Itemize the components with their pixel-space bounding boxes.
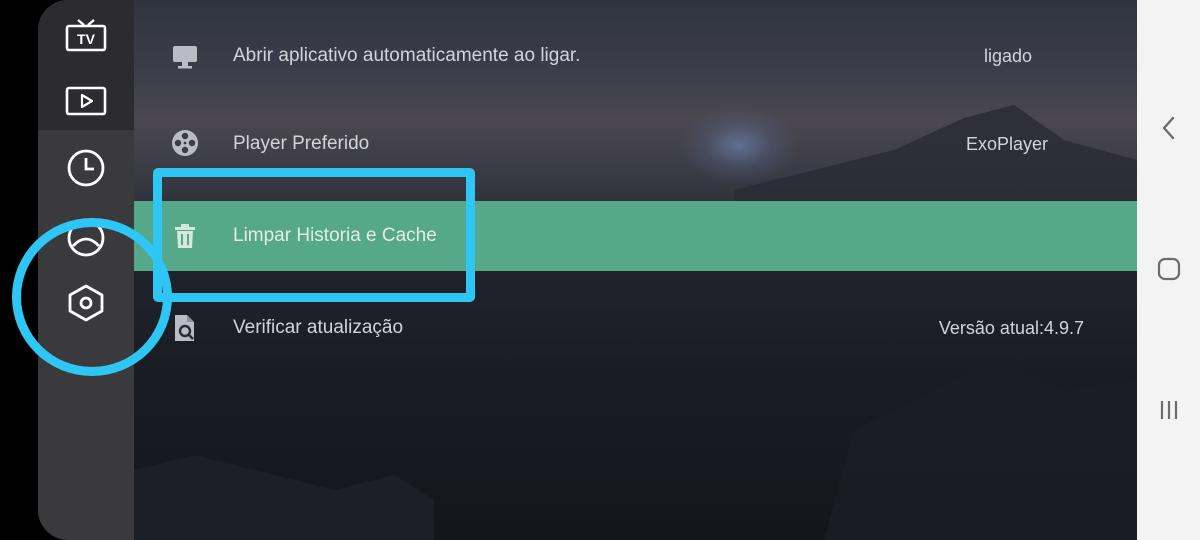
back-icon (1162, 116, 1175, 140)
sidebar-item-history[interactable] (62, 144, 110, 192)
setting-label: Limpar Historia e Cache (233, 225, 437, 246)
back-button[interactable] (1152, 111, 1186, 145)
sidebar-item-tv[interactable]: TV (62, 11, 110, 59)
settings-row-player[interactable]: Player Preferido ExoPlayer (134, 109, 1137, 179)
sidebar: TV (38, 0, 134, 540)
sidebar-item-settings[interactable] (62, 279, 110, 327)
sidebar-item-account[interactable] (62, 214, 110, 262)
screen-bezel (0, 0, 38, 540)
settings-panel: Abrir aplicativo automaticamente ao liga… (134, 0, 1137, 540)
setting-value: ligado (983, 46, 1032, 66)
home-icon (1157, 257, 1181, 281)
setting-label: Player Preferido (233, 133, 370, 154)
settings-icon (68, 284, 104, 322)
setting-label: Abrir aplicativo automaticamente ao liga… (233, 45, 581, 66)
tv-icon-text: TV (77, 31, 96, 47)
tv-icon: TV (65, 19, 107, 52)
settings-row-update[interactable]: Verificar atualização Versão atual:4.9.7 (134, 293, 1137, 363)
settings-row-autostart[interactable]: Abrir aplicativo automaticamente ao liga… (134, 21, 1137, 91)
trash-icon (170, 223, 200, 249)
sidebar-item-movies[interactable] (62, 77, 110, 125)
setting-value: ExoPlayer (965, 134, 1048, 154)
home-button[interactable] (1152, 252, 1186, 286)
update-search-icon (170, 315, 200, 341)
monitor-icon (170, 44, 200, 70)
recents-icon (1160, 401, 1178, 419)
setting-value: Versão atual:4.9.7 (938, 318, 1084, 338)
play-icon (65, 86, 107, 116)
recents-button[interactable] (1152, 393, 1186, 427)
user-icon (67, 219, 105, 257)
film-reel-icon (170, 130, 200, 156)
clock-icon (67, 149, 105, 187)
system-navigation-bar (1137, 0, 1200, 540)
setting-label: Verificar atualização (233, 317, 404, 338)
settings-row-clear-cache[interactable]: Limpar Historia e Cache (134, 201, 1137, 271)
